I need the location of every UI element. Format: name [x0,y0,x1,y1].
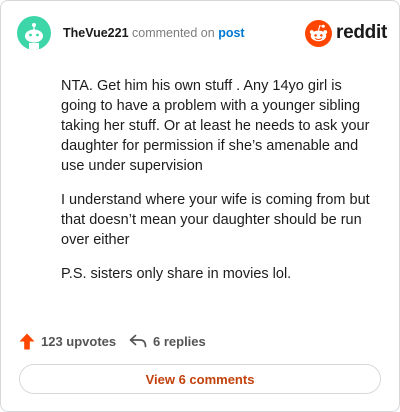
view-comments-label: View 6 comments [145,371,255,387]
reddit-wordmark: reddit [336,22,387,43]
upvote-arrow-icon [19,333,35,349]
username[interactable]: TheVue221 [63,26,129,40]
comment-paragraph: P.S. sisters only share in movies lol. [61,266,292,282]
comment-paragraph: I understand where your wife is coming f… [61,192,370,248]
post-link[interactable]: post [218,26,244,40]
reddit-logo-icon [305,20,332,47]
comment-card: TheVue221 commented on post reddit NTA. … [0,0,400,412]
comment-paragraph: NTA. Get him his own stuff . Any 14yo gi… [61,78,370,174]
comment-header: TheVue221 commented on post reddit [17,16,387,52]
snoo-avatar-icon [25,23,43,50]
comment-footer: 123 upvotes 6 replies [19,331,381,351]
reply-arrow-icon [129,334,147,348]
commented-on-text: commented on [132,26,215,40]
comment-meta: TheVue221 commented on post [63,26,245,40]
reddit-logo[interactable]: reddit [305,20,387,48]
upvote-count: 123 upvotes [41,333,117,349]
reply-count: 6 replies [153,333,206,349]
upvote-stat[interactable]: 123 upvotes [19,331,116,351]
comment-body: NTA. Get him his own stuff . Any 14yo gi… [61,76,377,298]
reply-stat[interactable]: 6 replies [129,331,206,351]
view-comments-button[interactable]: View 6 comments [19,364,381,394]
user-avatar[interactable] [17,16,51,50]
